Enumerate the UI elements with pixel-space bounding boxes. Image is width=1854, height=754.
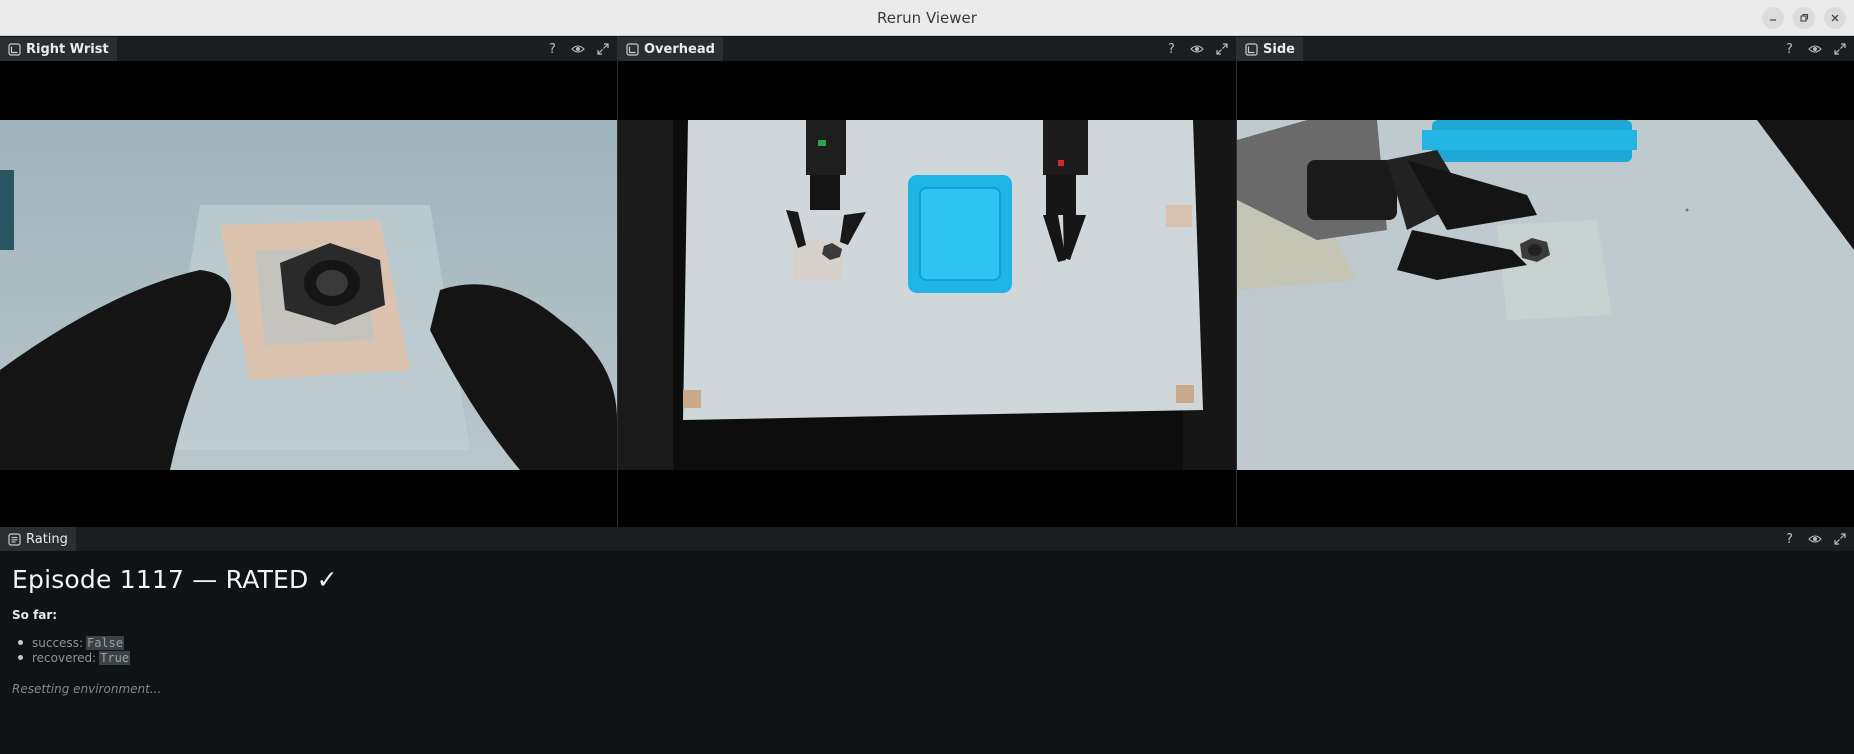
camera-image-side	[1237, 120, 1854, 470]
expand-icon[interactable]	[1831, 531, 1848, 548]
panel-actions: ?	[544, 37, 611, 61]
eye-icon[interactable]	[1188, 41, 1205, 58]
so-far-label: So far:	[12, 608, 58, 622]
view-area[interactable]	[618, 61, 1236, 527]
panel-actions: ?	[1781, 37, 1848, 61]
text-doc-icon	[8, 532, 21, 546]
eye-icon[interactable]	[569, 41, 586, 58]
minimize-icon[interactable]	[1762, 7, 1784, 29]
expand-icon[interactable]	[594, 41, 611, 58]
tab-label: Right Wrist	[26, 41, 109, 57]
item-key: recovered:	[32, 650, 97, 665]
panel-overhead: Overhead ?	[618, 37, 1236, 527]
tab-label: Side	[1263, 41, 1295, 57]
panel-actions: ?	[1781, 527, 1848, 551]
bullet-icon	[18, 640, 23, 645]
item-value: False	[85, 635, 125, 650]
tab-rating[interactable]: Rating	[0, 527, 76, 551]
expand-icon[interactable]	[1831, 41, 1848, 58]
close-icon[interactable]	[1824, 7, 1846, 29]
item-key: success:	[32, 635, 83, 650]
view-2d-icon	[626, 42, 639, 56]
list-item: recovered: True	[12, 650, 338, 665]
window-title: Rerun Viewer	[877, 8, 977, 27]
status-text: Resetting environment...	[12, 682, 162, 696]
tab-overhead[interactable]: Overhead	[618, 37, 723, 61]
help-icon[interactable]: ?	[1163, 41, 1180, 58]
tab-label: Rating	[26, 531, 68, 547]
restore-icon[interactable]	[1793, 7, 1815, 29]
episode-heading: Episode 1117 — RATED ✓	[12, 565, 338, 594]
eye-icon[interactable]	[1806, 531, 1823, 548]
panel-header: Right Wrist ?	[0, 37, 617, 61]
panel-header: Rating ?	[0, 527, 1854, 551]
tab-right-wrist[interactable]: Right Wrist	[0, 37, 117, 61]
panel-side: Side ?	[1237, 37, 1854, 527]
rating-content: Episode 1117 — RATED ✓ So far: success: …	[12, 565, 338, 696]
camera-image-overhead	[618, 120, 1236, 470]
camera-image-right-wrist	[0, 120, 617, 470]
list-item: success: False	[12, 635, 338, 650]
view-2d-icon	[8, 42, 21, 56]
window-titlebar: Rerun Viewer	[0, 0, 1854, 36]
window-controls	[1762, 7, 1846, 29]
panel-actions: ?	[1163, 37, 1230, 61]
view-area[interactable]	[0, 61, 617, 527]
item-value: True	[99, 650, 131, 665]
help-icon[interactable]: ?	[544, 41, 561, 58]
panel-rating: Rating ? Episode 1117 — RATED ✓ So far: …	[0, 527, 1854, 754]
expand-icon[interactable]	[1213, 41, 1230, 58]
eye-icon[interactable]	[1806, 41, 1823, 58]
panel-header: Overhead ?	[618, 37, 1236, 61]
view-2d-icon	[1245, 42, 1258, 56]
panel-header: Side ?	[1237, 37, 1854, 61]
help-icon[interactable]: ?	[1781, 41, 1798, 58]
help-icon[interactable]: ?	[1781, 531, 1798, 548]
panel-right-wrist: Right Wrist ?	[0, 37, 617, 527]
view-area[interactable]	[1237, 61, 1854, 527]
tab-label: Overhead	[644, 41, 715, 57]
rating-list: success: False recovered: True	[12, 635, 338, 665]
bullet-icon	[18, 655, 23, 660]
tab-side[interactable]: Side	[1237, 37, 1303, 61]
